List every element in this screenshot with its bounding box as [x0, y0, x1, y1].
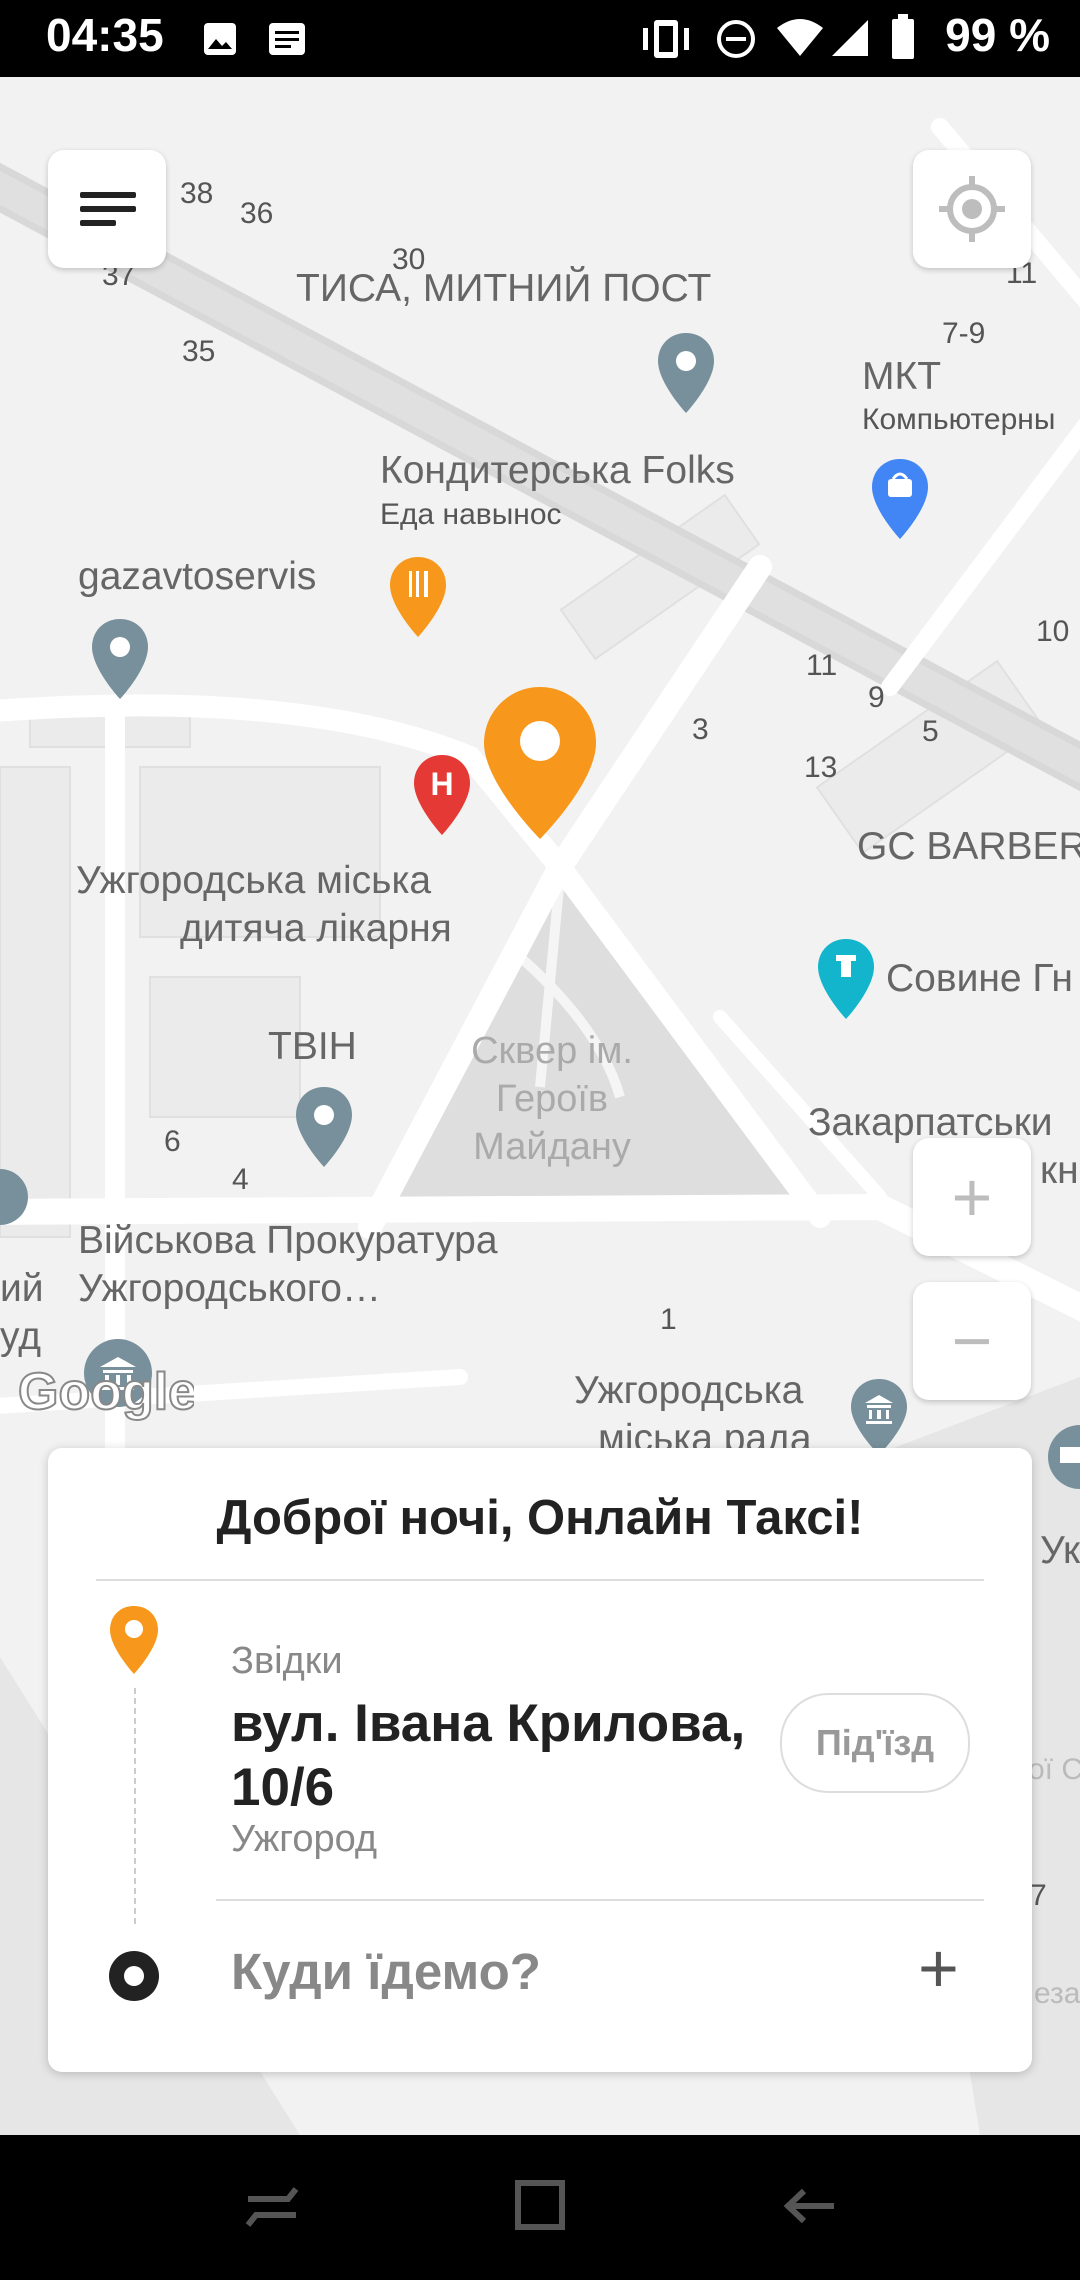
zoom-out-button[interactable]: −: [913, 1282, 1031, 1400]
locate-icon: [939, 176, 1005, 242]
house-number: 4: [232, 1163, 249, 1196]
map-label-edge-left-2: уд: [0, 1315, 41, 1358]
house-number: 1: [660, 1303, 677, 1336]
house-number: 35: [182, 335, 216, 368]
battery-icon: [892, 14, 914, 59]
poi-marker-icon[interactable]: [294, 1085, 354, 1169]
image-icon: [204, 23, 236, 55]
map-label-mkt-sub: Компьютерны: [862, 403, 1056, 436]
from-label: Звідки: [231, 1640, 343, 1682]
do-not-disturb-icon: [717, 20, 755, 58]
recents-icon[interactable]: [244, 2181, 300, 2231]
map-label-park: Сквер ім. Героїв Майдану: [462, 1027, 642, 1171]
from-address[interactable]: вул. Івана Крилова, 10/6: [231, 1692, 771, 1820]
map-label-tysa: ТИСА, МИТНИЙ ПОСТ: [296, 267, 712, 310]
house-number: 6: [164, 1125, 181, 1158]
map-label-gazavtoservis: gazavtoservis: [78, 555, 317, 598]
from-city: Ужгород: [231, 1818, 378, 1860]
back-icon[interactable]: [782, 2181, 838, 2231]
house-number: 13: [804, 751, 838, 784]
message-icon: [269, 23, 305, 55]
map-label-sovyne: Совине Гн: [886, 957, 1073, 1000]
map-label-park-2: Героїв: [495, 1078, 609, 1120]
map-label-zakarpatskyi-2: кнії: [1040, 1149, 1080, 1192]
menu-icon: [80, 192, 136, 226]
vibrate-icon: [643, 20, 689, 58]
mail-marker-icon[interactable]: [1044, 1417, 1080, 1507]
google-logo: Google: [17, 1362, 194, 1422]
map-label-council-1: Ужгородська: [574, 1369, 804, 1412]
hospital-marker-icon[interactable]: H: [412, 753, 472, 837]
locate-button[interactable]: [913, 150, 1031, 268]
house-number: 11: [806, 649, 838, 682]
map-label-mkt: МКТ: [862, 355, 942, 398]
map-label-park-1: Сквер ім.: [471, 1030, 633, 1072]
house-number: 30: [392, 243, 426, 276]
house-number: 3: [692, 713, 709, 746]
house-number: 7: [1030, 1879, 1047, 1912]
map-label-edge-uk: Ук: [1040, 1529, 1080, 1572]
house-number: 7-9: [942, 317, 986, 350]
status-bar: 04:35 99 %: [0, 0, 1080, 77]
battery-percent: 99 %: [945, 9, 1050, 61]
navigation-bar: [0, 2135, 1080, 2280]
map-label-viyskova-1: Військова Прокуратура: [78, 1219, 498, 1262]
house-number: 36: [240, 197, 274, 230]
status-time: 04:35: [46, 9, 164, 61]
google-logo-text: Google: [18, 1363, 194, 1421]
map-label-edge-street-2: езал: [1034, 1977, 1080, 2010]
pickup-pin-icon: [110, 1606, 158, 1674]
svg-text:H: H: [430, 766, 453, 802]
map-label-hospital-2: дитяча лікарня: [180, 907, 452, 950]
map-label-tvin: ТВІН: [268, 1025, 357, 1068]
poi-marker-icon[interactable]: [90, 617, 150, 701]
house-number: 5: [922, 715, 939, 748]
poi-marker-icon[interactable]: [656, 331, 716, 415]
menu-button[interactable]: [48, 150, 166, 268]
house-number: 10: [1036, 615, 1070, 648]
route-line: [134, 1688, 136, 1924]
selected-location-pin-icon[interactable]: [480, 683, 600, 843]
map-label-park-3: Майдану: [473, 1126, 631, 1168]
restaurant-marker-icon[interactable]: [388, 555, 448, 639]
card-divider: [96, 1579, 984, 1581]
map-label-viyskova-2: Ужгородського…: [78, 1267, 381, 1310]
signal-icon: [832, 20, 868, 56]
map-label-edge-street-1: ої С: [1028, 1753, 1080, 1786]
card-divider: [216, 1899, 984, 1901]
government-marker-icon[interactable]: [848, 1377, 910, 1457]
map-label-edge-left-1: ий: [0, 1267, 44, 1310]
map-label-folks: Кондитерська Folks: [380, 449, 735, 492]
home-icon[interactable]: [514, 2179, 566, 2231]
map-label-hospital-1: Ужгородська міська: [76, 859, 432, 902]
destination-input[interactable]: [231, 1942, 911, 2001]
entrance-button[interactable]: Під'їзд: [780, 1693, 970, 1793]
add-stop-button[interactable]: +: [918, 1928, 959, 2008]
house-number: 38: [180, 177, 214, 210]
house-number: 9: [868, 681, 885, 714]
zoom-in-button[interactable]: +: [913, 1138, 1031, 1256]
destination-dot-icon: [109, 1951, 159, 2001]
greeting-title: Доброї ночі, Онлайн Таксі!: [216, 1491, 864, 1545]
government-marker-icon[interactable]: [0, 1157, 30, 1237]
map-label-gc-barber: GC BARBER: [857, 825, 1080, 868]
map-label-folks-sub: Еда навынос: [380, 498, 562, 531]
shopping-marker-icon[interactable]: [870, 457, 930, 541]
wifi-icon: [777, 19, 823, 56]
attraction-marker-icon[interactable]: [816, 937, 876, 1021]
route-card: Доброї ночі, Онлайн Таксі! Звідки вул. І…: [48, 1448, 1032, 2072]
